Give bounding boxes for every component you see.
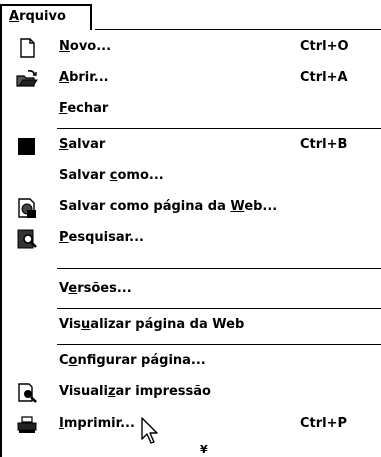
menu-item-visualizar-impressao[interactable]: Visualizar impressão (2, 377, 381, 408)
menu-separator (57, 268, 381, 269)
menu-item-imprimir[interactable]: Imprimir... Ctrl+P (2, 409, 381, 440)
menu-item-fechar[interactable]: Fechar (2, 94, 381, 125)
print-preview-icon (18, 383, 37, 403)
menu-item-salvar[interactable]: Salvar Ctrl+B (2, 130, 381, 161)
menu-item-label: Imprimir... (59, 416, 135, 431)
menu-item-label: Abrir... (59, 70, 109, 85)
menu-item-label: Salvar como página da Web... (59, 199, 278, 214)
menu-item-salvar-como-web[interactable]: Salvar como página da Web... (2, 192, 381, 223)
shortcut-label: Ctrl+A (300, 70, 348, 85)
printer-icon (17, 416, 37, 433)
save-icon (18, 138, 35, 155)
menu-item-label: Visualizar impressão (59, 384, 211, 399)
menu-item-label: Salvar (59, 137, 106, 152)
menu-separator (57, 308, 381, 309)
new-document-icon (20, 38, 35, 58)
save-as-web-icon (18, 198, 36, 218)
file-menu: Novo... Ctrl+O Abrir... Ctrl+A Fechar Sa… (0, 30, 381, 457)
menu-item-label: Salvar como... (59, 168, 164, 183)
menu-item-versoes[interactable]: Versões... (2, 274, 381, 305)
menu-item-novo[interactable]: Novo... Ctrl+O (2, 32, 381, 63)
menu-item-label: Pesquisar... (59, 230, 144, 245)
menu-item-label: Visualizar página da Web (59, 317, 245, 332)
menu-item-salvar-como[interactable]: Salvar como... (2, 161, 381, 192)
open-folder-icon (16, 70, 38, 87)
menu-item-configurar-pagina[interactable]: Configurar página... (2, 346, 381, 377)
menu-title-rest: rquivo (19, 9, 66, 24)
menu-item-label: Fechar (59, 101, 109, 116)
menu-separator (57, 128, 381, 129)
expand-menu-chevron-icon[interactable]: ¥ (200, 443, 208, 456)
menu-arquivo[interactable]: Arquivo (0, 4, 92, 30)
menu-item-visualizar-web[interactable]: Visualizar página da Web (2, 310, 381, 341)
shortcut-label: Ctrl+O (300, 39, 349, 54)
mouse-cursor-icon (141, 417, 158, 444)
shortcut-label: Ctrl+B (300, 137, 348, 152)
menu-item-label: Versões... (59, 281, 132, 296)
menu-item-pesquisar[interactable]: Pesquisar... (2, 223, 381, 254)
menu-item-label: Novo... (59, 39, 112, 54)
search-file-icon (17, 229, 37, 249)
menu-item-label: Configurar página... (59, 353, 206, 368)
shortcut-label: Ctrl+P (300, 416, 348, 431)
menu-bar: Arquivo (0, 0, 381, 30)
menu-item-abrir[interactable]: Abrir... Ctrl+A (2, 63, 381, 94)
menu-title-mnemonic: A (9, 9, 20, 24)
menu-separator (57, 344, 381, 345)
